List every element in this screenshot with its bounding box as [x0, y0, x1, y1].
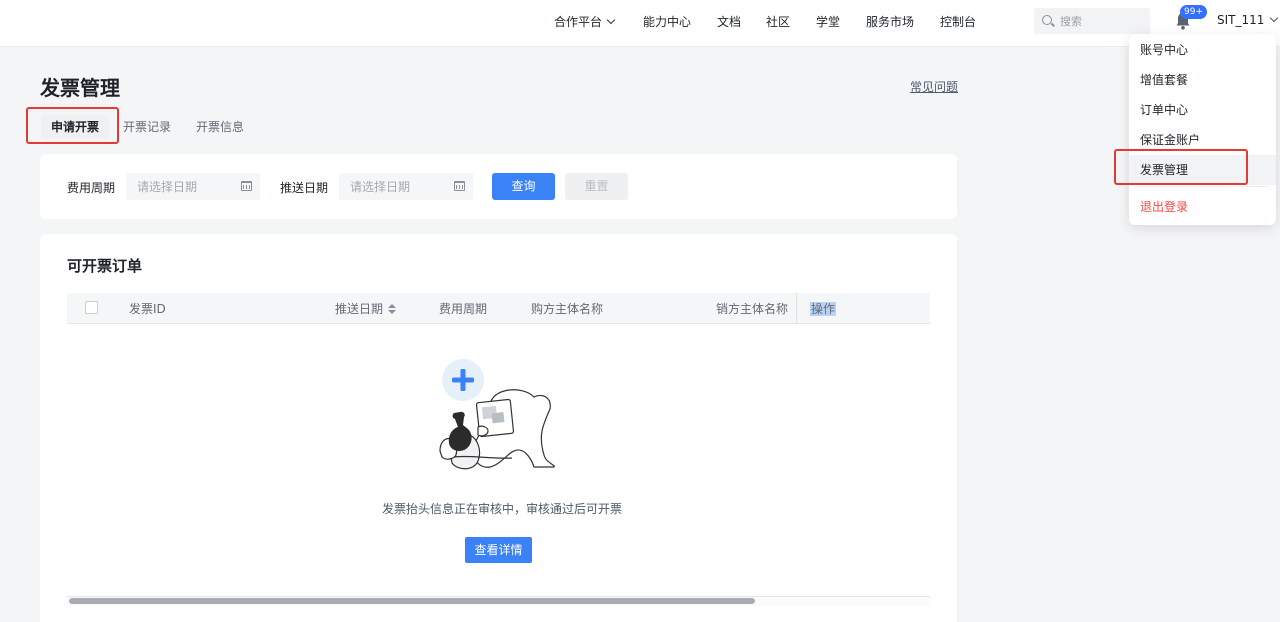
tab-invoice-records[interactable]: 开票记录	[123, 115, 171, 139]
nav-capability-center[interactable]: 能力中心	[643, 13, 691, 30]
column-header-actions: 操作	[810, 300, 837, 317]
empty-state-message: 发票抬头信息正在审核中，审核通过后可开票	[382, 502, 623, 516]
menu-item-invoice-management[interactable]: 发票管理	[1129, 155, 1276, 185]
search-box[interactable]	[1034, 8, 1150, 34]
chevron-down-icon	[1270, 13, 1279, 23]
nav-console[interactable]: 控制台	[940, 13, 976, 30]
tab-invoice-info[interactable]: 开票信息	[196, 115, 244, 139]
column-header-seller-name: 销方主体名称	[716, 302, 789, 316]
search-icon	[1042, 15, 1052, 25]
notification-badge: 99+	[1180, 5, 1207, 19]
nav-academy[interactable]: 学堂	[816, 13, 840, 30]
section-title: 可开票订单	[67, 257, 143, 275]
nav-docs[interactable]: 文档	[717, 13, 741, 30]
column-header-push-date[interactable]: 推送日期	[335, 300, 397, 317]
fee-period-label: 费用周期	[67, 181, 116, 195]
column-header-label: 操作	[810, 302, 837, 316]
menu-item-logout[interactable]: 退出登录	[1129, 192, 1276, 222]
fee-period-date-picker[interactable]	[126, 173, 260, 200]
tab-apply-invoice[interactable]: 申请开票	[41, 115, 110, 139]
top-navbar: 合作平台 能力中心 文档 社区 学堂 服务市场 控制台 99+ SIT_111	[0, 0, 1280, 47]
chevron-down-icon	[606, 15, 616, 25]
select-all-checkbox[interactable]	[85, 301, 98, 314]
username: SIT_111	[1217, 13, 1265, 27]
calendar-icon	[241, 181, 252, 191]
faq-link[interactable]: 常见问题	[910, 78, 958, 95]
column-header-invoice-id: 发票ID	[129, 302, 166, 316]
menu-item-order-center[interactable]: 订单中心	[1129, 95, 1276, 125]
table-header	[67, 293, 930, 324]
search-input[interactable]	[1060, 12, 1145, 30]
scrollbar-thumb[interactable]	[69, 598, 755, 604]
user-dropdown-menu: 账号中心 增值套餐 订单中心 保证金账户 发票管理 退出登录	[1129, 34, 1276, 225]
menu-divider	[1135, 186, 1270, 187]
nav-partner-platform[interactable]: 合作平台	[554, 13, 616, 30]
page-title: 发票管理	[40, 76, 120, 100]
nav-community[interactable]: 社区	[766, 13, 790, 30]
nav-service-market[interactable]: 服务市场	[866, 13, 914, 30]
query-button[interactable]: 查询	[492, 173, 555, 200]
calendar-icon	[454, 181, 465, 191]
fee-period-input[interactable]	[137, 178, 237, 195]
column-header-buyer-name: 购方主体名称	[531, 302, 604, 316]
column-header-label: 推送日期	[335, 302, 384, 316]
push-date-date-picker[interactable]	[339, 173, 473, 200]
menu-item-account-center[interactable]: 账号中心	[1129, 35, 1276, 65]
reset-button[interactable]: 重置	[565, 173, 628, 200]
push-date-label: 推送日期	[280, 181, 329, 195]
menu-item-value-added-plan[interactable]: 增值套餐	[1129, 65, 1276, 95]
sort-icon[interactable]	[388, 304, 397, 314]
column-header-fee-period: 费用周期	[439, 302, 488, 316]
column-divider	[796, 293, 797, 324]
view-details-button[interactable]: 查看详情	[465, 537, 532, 563]
nav-item-label: 合作平台	[554, 15, 603, 29]
empty-state-illustration	[439, 359, 555, 470]
user-menu-trigger[interactable]: SIT_111	[1217, 13, 1279, 27]
push-date-input[interactable]	[350, 178, 450, 195]
menu-item-deposit-account[interactable]: 保证金账户	[1129, 125, 1276, 155]
